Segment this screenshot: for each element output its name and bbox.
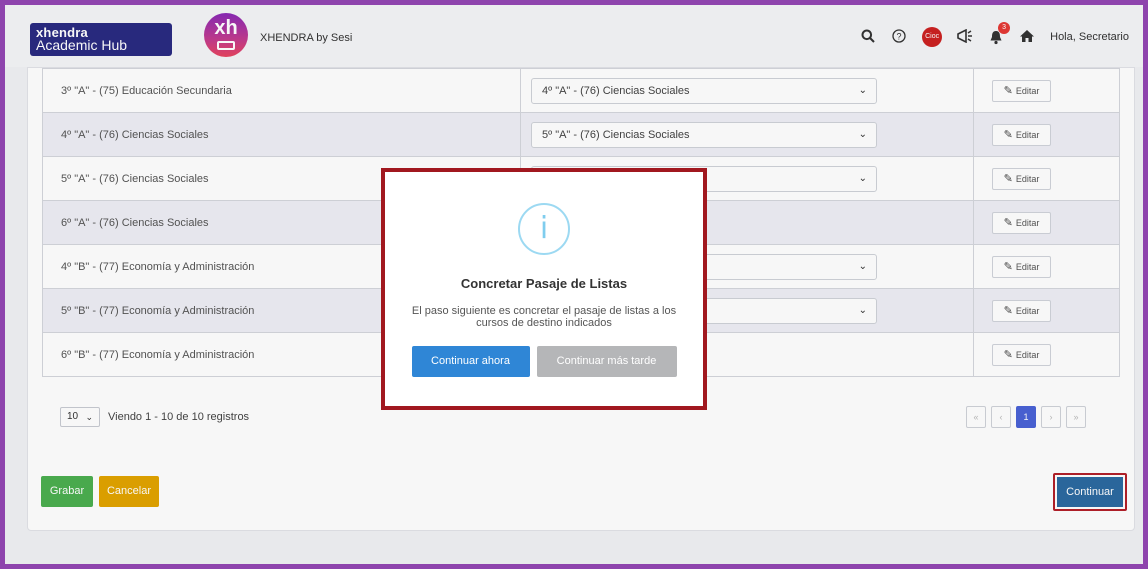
confirm-dialog: i Concretar Pasaje de Listas El paso sig… (381, 168, 707, 410)
dialog-message: El paso siguiente es concretar el pasaje… (411, 305, 677, 329)
app-frame: xhendra Academic Hub xh XHENDRA by Sesi … (5, 5, 1143, 564)
info-icon: i (518, 203, 570, 255)
dialog-title: Concretar Pasaje de Listas (460, 276, 628, 291)
continue-later-button[interactable]: Continuar más tarde (536, 346, 677, 377)
continue-now-button[interactable]: Continuar ahora (411, 346, 530, 377)
dialog-actions: Continuar ahora Continuar más tarde (385, 346, 703, 377)
